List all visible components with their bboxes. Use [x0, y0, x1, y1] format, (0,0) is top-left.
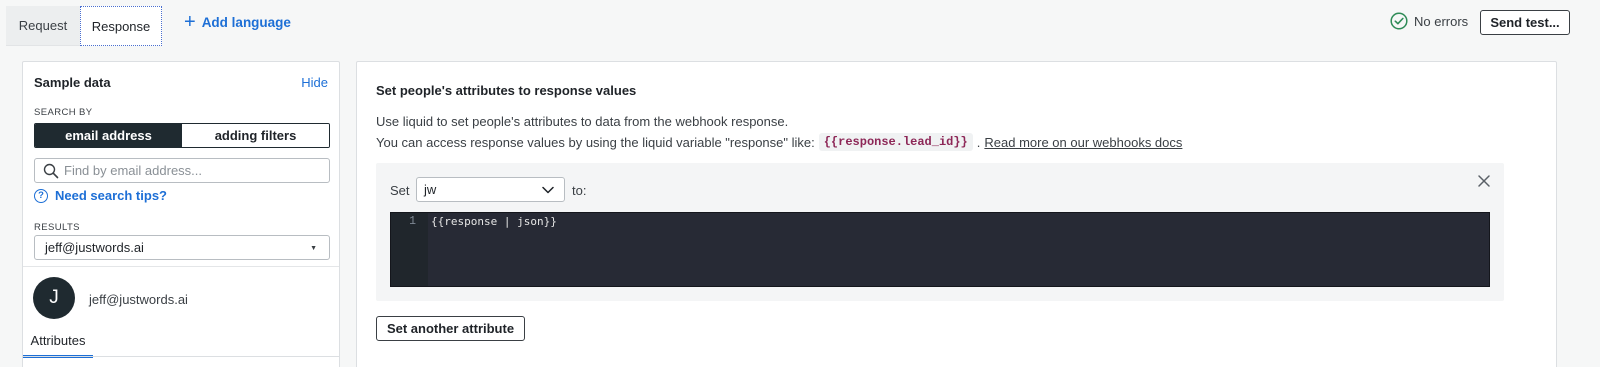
results-label: RESULTS — [34, 222, 80, 233]
panel-title: Set people's attributes to response valu… — [376, 83, 637, 98]
caret-down-icon: ▼ — [310, 245, 317, 252]
add-language-label: Add language — [201, 14, 291, 30]
tab-response[interactable]: Response — [80, 6, 162, 46]
segment-email-address[interactable]: email address — [35, 124, 182, 147]
tab-request[interactable]: Request — [6, 6, 80, 46]
response-mapping-panel: Set people's attributes to response valu… — [356, 61, 1557, 367]
code-example: {{response.lead_id}} — [818, 133, 973, 151]
question-circle-icon: ? — [34, 188, 48, 203]
search-by-label: SEARCH BY — [34, 107, 93, 118]
search-tips-link[interactable]: ? Need search tips? — [34, 188, 167, 203]
search-input[interactable] — [64, 163, 324, 178]
send-test-button[interactable]: Send test... — [1480, 10, 1570, 35]
to-label: to: — [572, 183, 587, 198]
hide-link[interactable]: Hide — [301, 75, 328, 90]
status-indicator: No errors — [1390, 12, 1468, 30]
attribute-selected-value: jw — [424, 182, 437, 197]
description-line-2: You can access response values by using … — [376, 133, 1182, 151]
results-select[interactable]: jeff@justwords.ai ▼ — [34, 235, 330, 260]
set-label: Set — [390, 183, 410, 198]
divider — [23, 266, 339, 267]
avatar: J — [33, 277, 75, 319]
sample-data-panel: Sample data Hide SEARCH BY email address… — [22, 61, 340, 367]
search-tips-label: Need search tips? — [55, 188, 167, 203]
profile-email: jeff@justwords.ai — [89, 292, 188, 307]
status-text: No errors — [1414, 13, 1469, 29]
top-bar: Request Response + Add language No error… — [0, 0, 1600, 46]
attribute-mapping-row: Set jw to: 1 {{response | json}} — [376, 163, 1504, 301]
description-line-1: Use liquid to set people's attributes to… — [376, 114, 789, 129]
results-selected-value: jeff@justwords.ai — [45, 240, 144, 255]
sample-data-title: Sample data — [34, 75, 111, 90]
search-icon — [43, 163, 59, 178]
set-another-attribute-button[interactable]: Set another attribute — [376, 316, 525, 341]
line-number: 1 — [391, 213, 428, 286]
code-content[interactable]: {{response | json}} — [428, 213, 557, 286]
add-language-button[interactable]: + Add language — [184, 11, 291, 33]
code-editor[interactable]: 1 {{response | json}} — [390, 212, 1490, 287]
tab-underline — [23, 356, 339, 357]
webhooks-docs-link[interactable]: Read more on our webhooks docs — [984, 135, 1182, 150]
chevron-down-icon — [542, 186, 554, 194]
search-by-toggle: email address adding filters — [34, 123, 330, 148]
segment-adding-filters[interactable]: adding filters — [182, 124, 329, 147]
check-circle-icon — [1390, 12, 1408, 30]
search-field — [34, 158, 330, 183]
tab-attributes[interactable]: Attributes — [23, 326, 93, 358]
plus-icon: + — [184, 11, 196, 33]
close-icon[interactable] — [1476, 173, 1492, 189]
description-separator: . — [976, 134, 981, 150]
attribute-select[interactable]: jw — [416, 177, 565, 202]
description-text: You can access response values by using … — [376, 134, 815, 150]
